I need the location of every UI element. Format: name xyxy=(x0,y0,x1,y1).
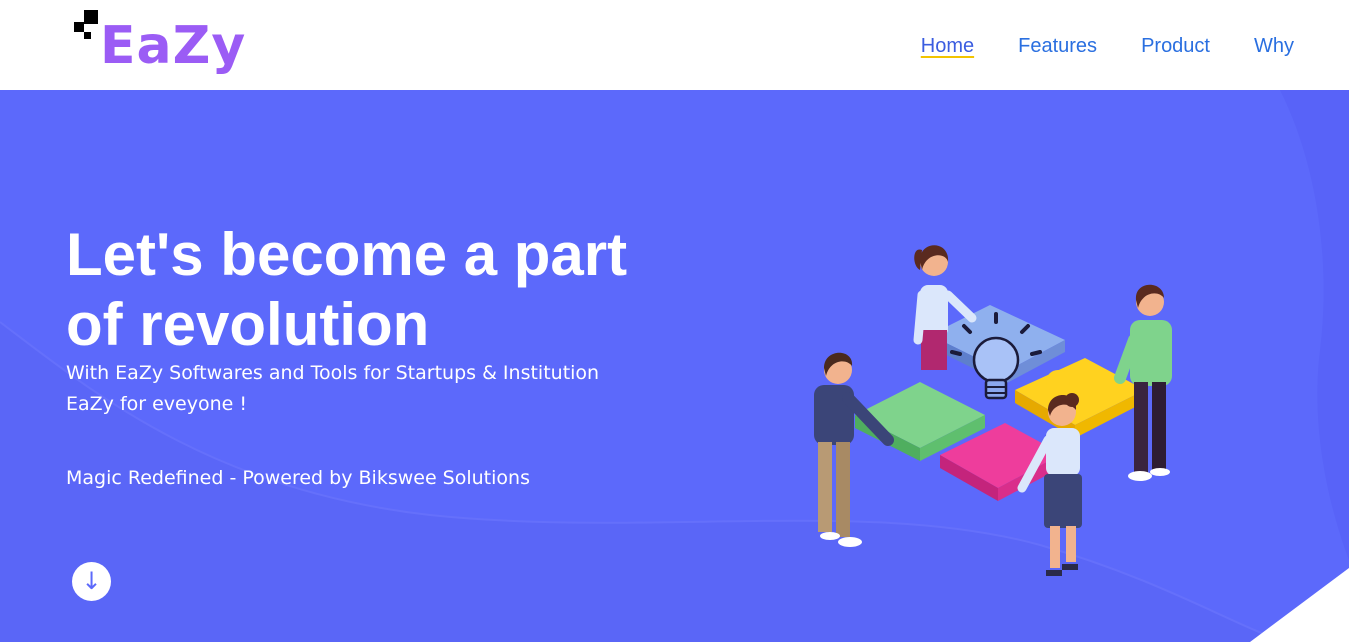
scroll-down-button[interactable]: ↓ xyxy=(72,562,111,601)
person-left xyxy=(814,352,894,547)
hero-subtitle: With EaZy Softwares and Tools for Startu… xyxy=(66,358,626,420)
hero-headline-line1: Let's become a part xyxy=(66,221,628,288)
brand-name: EaZy xyxy=(100,16,247,76)
nav-link-product[interactable]: Product xyxy=(1141,34,1210,58)
nav-link-features[interactable]: Features xyxy=(1018,34,1097,58)
hero-headline: Let's become a part of revolution xyxy=(66,220,646,360)
hero-subtitle-line1: With EaZy Softwares and Tools for Startu… xyxy=(66,362,600,384)
nav-link-home[interactable]: Home xyxy=(921,34,974,58)
person-bottom xyxy=(1017,393,1082,576)
site-header: EaZy Home Features Product Why xyxy=(0,0,1349,90)
team-puzzle-illustration xyxy=(814,245,1172,576)
brand-logo[interactable]: EaZy xyxy=(74,8,264,84)
main-nav: Home Features Product Why xyxy=(921,34,1294,58)
hero-subtitle-line2: EaZy for eveyone ! xyxy=(66,393,247,415)
arrow-down-icon: ↓ xyxy=(81,567,102,595)
hero-tagline: Magic Redefined - Powered by Bikswee Sol… xyxy=(66,467,530,489)
hero-headline-line2: of revolution xyxy=(66,291,430,358)
hero-section: Let's become a part of revolution With E… xyxy=(0,90,1349,642)
nav-link-why[interactable]: Why xyxy=(1254,34,1294,58)
